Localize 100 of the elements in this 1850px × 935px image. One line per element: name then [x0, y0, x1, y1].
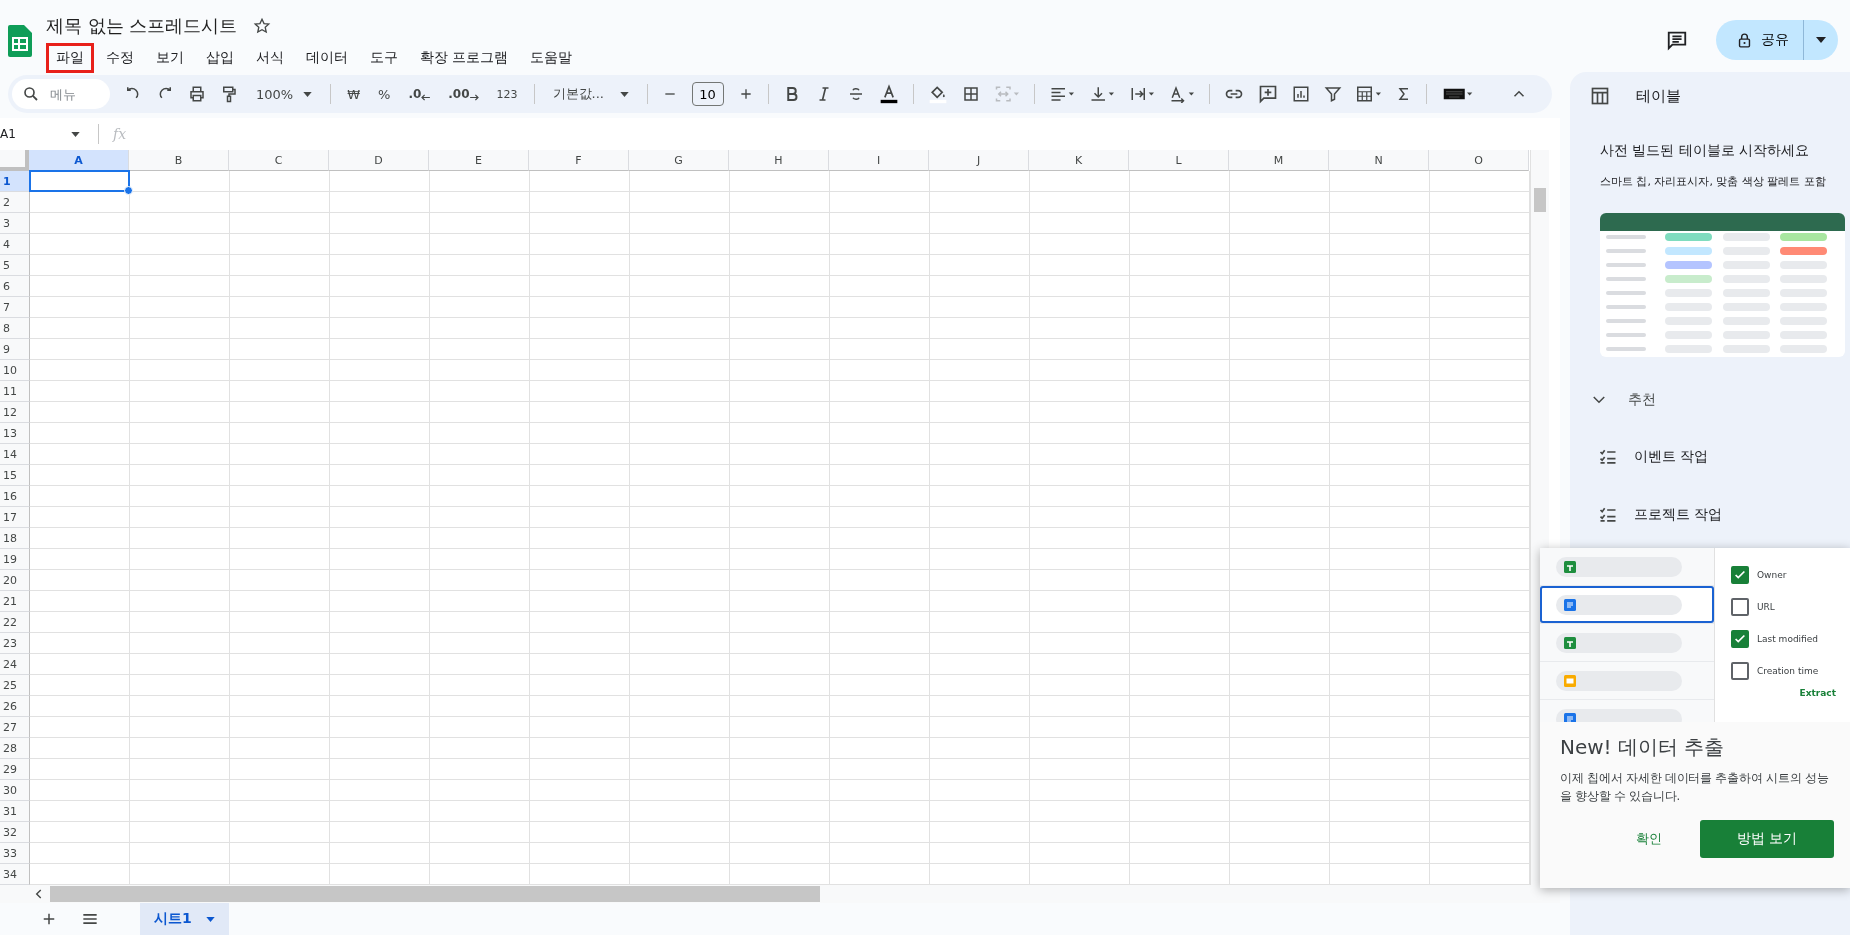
column-header[interactable]: I — [829, 150, 929, 171]
row-header[interactable]: 31 — [0, 801, 30, 822]
row-header[interactable]: 10 — [0, 360, 30, 381]
row-header[interactable]: 11 — [0, 381, 30, 402]
row-header[interactable]: 33 — [0, 843, 30, 864]
selected-cell[interactable] — [29, 170, 130, 192]
column-header[interactable]: L — [1129, 150, 1229, 171]
font-size-field[interactable]: 10 — [691, 82, 724, 106]
row-header[interactable]: 30 — [0, 780, 30, 801]
menu-item[interactable]: 보기 — [146, 43, 194, 73]
column-header[interactable]: M — [1229, 150, 1329, 171]
star-icon[interactable] — [253, 17, 272, 35]
column-header[interactable]: B — [129, 150, 229, 171]
row-header[interactable]: 5 — [0, 255, 30, 276]
comments-icon[interactable] — [1666, 29, 1688, 51]
row-header[interactable]: 25 — [0, 675, 30, 696]
row-header[interactable]: 15 — [0, 465, 30, 486]
checkbox[interactable] — [1731, 598, 1749, 616]
column-header[interactable]: E — [429, 150, 529, 171]
row-header[interactable]: 26 — [0, 696, 30, 717]
row-header[interactable]: 16 — [0, 486, 30, 507]
column-header[interactable]: O — [1429, 150, 1529, 171]
row-header[interactable]: 21 — [0, 591, 30, 612]
increase-decimal-button[interactable]: .00 — [446, 87, 481, 101]
font-dropdown[interactable]: 기본값... — [548, 85, 633, 103]
chart-icon[interactable] — [1291, 85, 1310, 103]
column-header[interactable]: K — [1029, 150, 1129, 171]
menu-item[interactable]: 도구 — [360, 43, 408, 73]
menu-item[interactable]: 수정 — [96, 43, 144, 73]
checkbox[interactable] — [1731, 630, 1749, 648]
filter-icon[interactable] — [1323, 85, 1342, 103]
extract-link[interactable]: Extract — [1799, 688, 1836, 698]
learn-how-button[interactable]: 방법 보기 — [1700, 819, 1834, 858]
template-item[interactable]: 이벤트 작업 — [1590, 447, 1850, 467]
section-header[interactable]: 추천 — [1590, 391, 1850, 409]
table-template-drawing[interactable] — [1600, 213, 1845, 357]
row-header[interactable]: 13 — [0, 423, 30, 444]
row-header[interactable]: 22 — [0, 612, 30, 633]
paint-format-icon[interactable] — [220, 85, 238, 103]
column-header[interactable]: G — [629, 150, 729, 171]
filter-views-icon[interactable] — [1355, 85, 1382, 103]
row-header[interactable]: 18 — [0, 528, 30, 549]
menu-search-field[interactable]: 메뉴 — [12, 79, 110, 109]
lock-icon — [1736, 31, 1753, 49]
menu-item[interactable]: 도움말 — [520, 43, 583, 73]
row-header[interactable]: 20 — [0, 570, 30, 591]
template-item[interactable]: 프로젝트 작업 — [1590, 505, 1850, 525]
document-title[interactable]: 제목 없는 스프레드시트 — [46, 14, 238, 38]
menu-item[interactable]: 확장 프로그램 — [410, 43, 519, 73]
row-header[interactable]: 34 — [0, 864, 30, 885]
row-header[interactable]: 14 — [0, 444, 30, 465]
column-header[interactable]: H — [729, 150, 829, 171]
row-header[interactable]: 8 — [0, 318, 30, 339]
column-header[interactable]: J — [929, 150, 1029, 171]
row-header[interactable]: 28 — [0, 738, 30, 759]
sheet-tab[interactable]: 시트1 — [140, 903, 229, 935]
column-header[interactable]: C — [229, 150, 329, 171]
menu-item[interactable]: 파일 — [46, 43, 94, 73]
column-header[interactable]: F — [529, 150, 629, 171]
sheets-logo-icon[interactable] — [8, 25, 32, 57]
row-header[interactable]: 7 — [0, 297, 30, 318]
menu-item[interactable]: 서식 — [246, 43, 294, 73]
merge-cells-icon[interactable] — [993, 85, 1020, 103]
number-format-button[interactable]: 123 — [494, 87, 520, 101]
fill-color-icon[interactable] — [927, 84, 948, 104]
row-header[interactable]: 17 — [0, 507, 30, 528]
row-header[interactable]: 6 — [0, 276, 30, 297]
row-header[interactable]: 24 — [0, 654, 30, 675]
row-header[interactable]: 19 — [0, 549, 30, 570]
scrollbar-thumb[interactable] — [1534, 188, 1546, 212]
row-header[interactable]: 3 — [0, 213, 30, 234]
column-header[interactable]: A — [29, 150, 129, 171]
add-comment-icon[interactable] — [1257, 84, 1278, 104]
text-color-icon[interactable] — [878, 84, 899, 104]
row-header[interactable]: 4 — [0, 234, 30, 255]
search-icon — [22, 85, 40, 103]
column-header[interactable]: N — [1329, 150, 1429, 171]
menu-item[interactable]: 데이터 — [296, 43, 358, 73]
row-header[interactable]: 9 — [0, 339, 30, 360]
panel-title: 테이블 — [1636, 86, 1681, 106]
row-header[interactable]: 23 — [0, 633, 30, 654]
row-header[interactable]: 32 — [0, 822, 30, 843]
row-header[interactable]: 2 — [0, 192, 30, 213]
column-header[interactable]: D — [329, 150, 429, 171]
row-header[interactable]: 29 — [0, 759, 30, 780]
row-header[interactable]: 27 — [0, 717, 30, 738]
checkbox[interactable] — [1731, 566, 1749, 584]
row-header[interactable]: 1 — [0, 171, 30, 192]
decrease-decimal-button[interactable]: .0 — [406, 87, 433, 101]
zoom-dropdown[interactable]: 100% — [252, 86, 317, 102]
row-header[interactable]: 12 — [0, 402, 30, 423]
checkbox[interactable] — [1731, 662, 1749, 680]
print-icon[interactable] — [188, 85, 206, 103]
confirm-button[interactable]: 확인 — [1630, 828, 1668, 849]
name-box[interactable]: A1 — [0, 127, 92, 141]
percent-format-button[interactable]: % — [376, 86, 393, 102]
scrollbar-thumb[interactable] — [50, 886, 820, 902]
borders-icon[interactable] — [961, 85, 980, 103]
menu-item[interactable]: 삽입 — [196, 43, 244, 73]
currency-format-button[interactable]: ₩ — [345, 86, 363, 102]
